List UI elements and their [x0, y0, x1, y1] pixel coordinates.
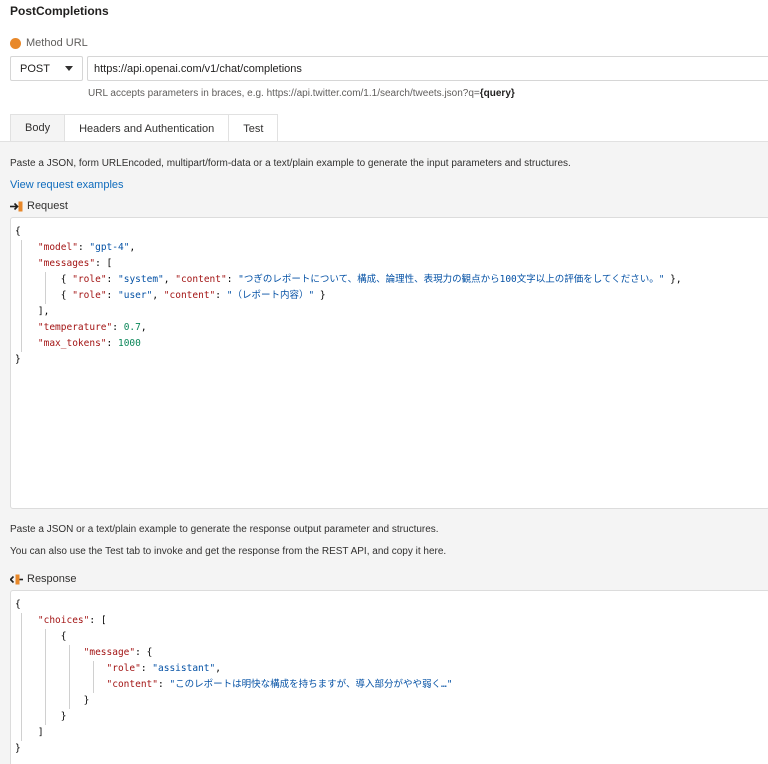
tab-headers-auth[interactable]: Headers and Authentication — [64, 114, 230, 142]
code-line: "max_tokens": 1000 — [37, 338, 141, 349]
view-request-examples-link[interactable]: View request examples — [10, 179, 124, 191]
code-line: } — [60, 711, 67, 722]
code-line: "model": "gpt-4", — [37, 242, 136, 253]
code-line: "temperature": 0.7, — [37, 322, 147, 333]
code-line: { — [15, 226, 21, 237]
code-line: } — [15, 354, 21, 365]
request-instructions: Paste a JSON, form URLEncoded, multipart… — [10, 158, 571, 169]
url-hint-text: URL accepts parameters in braces, e.g. h… — [88, 88, 480, 99]
code-line: "role": "assistant", — [106, 663, 221, 674]
url-input-value: https://api.openai.com/v1/chat/completio… — [94, 62, 302, 75]
url-input[interactable]: https://api.openai.com/v1/chat/completio… — [87, 56, 768, 81]
tab-test-label: Test — [243, 122, 264, 135]
request-arrow-icon — [10, 201, 23, 212]
code-line: "messages": [ — [37, 258, 113, 269]
code-line: { "role": "system", "content": "つぎのレポートに… — [60, 274, 682, 285]
url-hint-param: {query} — [479, 88, 515, 99]
response-editor[interactable]: { "choices": [ { "message": { "role": "a… — [10, 590, 768, 764]
response-instructions-2: You can also use the Test tab to invoke … — [10, 546, 447, 557]
tab-body-label: Body — [25, 122, 51, 134]
code-line: } — [15, 743, 21, 754]
tab-test[interactable]: Test — [228, 114, 279, 142]
request-editor[interactable]: { "model": "gpt-4", "messages": [ { "rol… — [10, 217, 768, 509]
code-line: } — [83, 695, 90, 706]
method-url-label: Method URL — [10, 37, 88, 49]
code-line: { — [15, 599, 21, 610]
code-line: "content": "このレポートは明快な構成を持ちますが、導入部分がやや弱く… — [106, 679, 453, 690]
code-line: "message": { — [83, 647, 153, 658]
code-line: ] — [37, 727, 44, 738]
request-label: Request — [27, 200, 68, 212]
tab-headers-auth-label: Headers and Authentication — [79, 122, 215, 135]
tab-bar: Body Headers and Authentication Test — [10, 114, 279, 142]
page-title: PostCompletions — [10, 4, 109, 18]
response-arrow-icon — [9, 574, 23, 585]
chevron-down-icon — [65, 66, 73, 71]
code-line: { "role": "user", "content": "（レポート内容）" … — [60, 290, 326, 301]
code-line: { — [60, 631, 67, 642]
method-select-value: POST — [20, 62, 50, 75]
method-select[interactable]: POST — [10, 56, 83, 81]
tab-body[interactable]: Body — [10, 114, 66, 142]
code-line: ], — [37, 306, 50, 317]
response-instructions-1: Paste a JSON or a text/plain example to … — [10, 524, 439, 535]
body-panel: Paste a JSON, form URLEncoded, multipart… — [0, 141, 768, 764]
code-line: "choices": [ — [37, 615, 107, 626]
url-hint: URL accepts parameters in braces, e.g. h… — [88, 88, 515, 99]
request-section-label: Request — [10, 200, 68, 212]
response-section-label: Response — [9, 573, 77, 585]
method-url-label-text: Method URL — [26, 37, 88, 49]
response-label: Response — [27, 573, 77, 585]
status-dot-icon — [10, 37, 21, 49]
